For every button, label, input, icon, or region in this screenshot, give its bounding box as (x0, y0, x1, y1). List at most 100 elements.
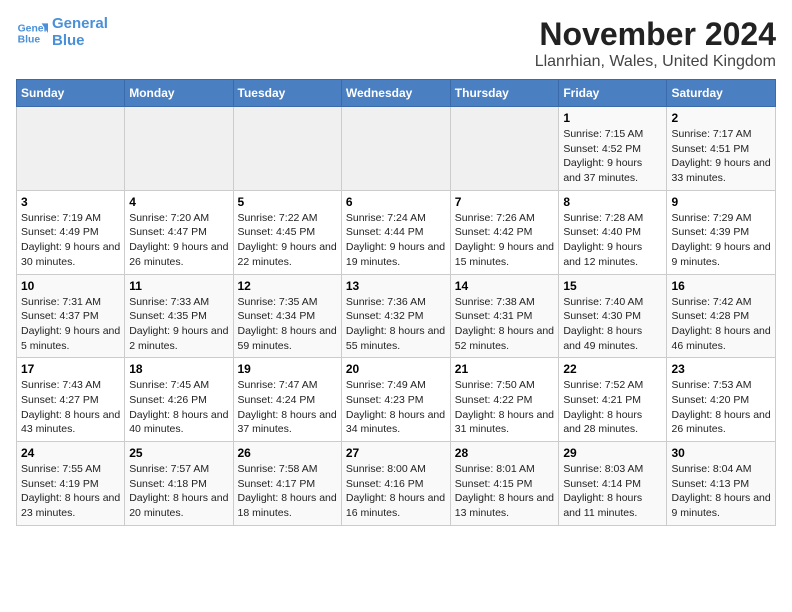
day-number: 7 (455, 195, 555, 209)
logo-icon: General Blue (16, 17, 48, 49)
calendar-cell (450, 107, 559, 191)
day-number: 26 (238, 446, 337, 460)
calendar-cell: 22 Sunrise: 7:52 AM Sunset: 4:21 PM Dayli… (559, 358, 667, 442)
svg-text:Blue: Blue (18, 34, 41, 45)
day-number: 4 (129, 195, 228, 209)
calendar-week-row: 10 Sunrise: 7:31 AM Sunset: 4:37 PM Dayli… (17, 274, 776, 358)
calendar-cell: 14Sunrise: 7:38 AM Sunset: 4:31 PM Dayli… (450, 274, 559, 358)
calendar-cell: 2Sunrise: 7:17 AM Sunset: 4:51 PM Daylig… (667, 107, 776, 191)
day-info: Sunrise: 7:29 AM Sunset: 4:39 PM Dayligh… (671, 211, 771, 270)
day-info: Sunrise: 7:50 AM Sunset: 4:22 PM Dayligh… (455, 378, 555, 437)
calendar-cell: 19 Sunrise: 7:47 AM Sunset: 4:24 PM Dayli… (233, 358, 341, 442)
day-info: Sunrise: 8:04 AM Sunset: 4:13 PM Dayligh… (671, 462, 771, 521)
day-number: 15 (563, 279, 662, 293)
calendar-cell: 18 Sunrise: 7:45 AM Sunset: 4:26 PM Dayli… (125, 358, 233, 442)
day-info: Sunrise: 7:33 AM Sunset: 4:35 PM Dayligh… (129, 295, 228, 354)
day-number: 21 (455, 362, 555, 376)
calendar-header-cell: Monday (125, 80, 233, 107)
title-block: November 2024 Llanrhian, Wales, United K… (535, 16, 776, 71)
day-number: 28 (455, 446, 555, 460)
day-info: Sunrise: 7:53 AM Sunset: 4:20 PM Dayligh… (671, 378, 771, 437)
calendar-cell: 27 Sunrise: 8:00 AM Sunset: 4:16 PM Dayli… (341, 442, 450, 526)
calendar-header-cell: Tuesday (233, 80, 341, 107)
calendar-cell: 17 Sunrise: 7:43 AM Sunset: 4:27 PM Dayli… (17, 358, 125, 442)
calendar-header-cell: Wednesday (341, 80, 450, 107)
calendar-cell (341, 107, 450, 191)
calendar-week-row: 17 Sunrise: 7:43 AM Sunset: 4:27 PM Dayli… (17, 358, 776, 442)
day-info: Sunrise: 7:52 AM Sunset: 4:21 PM Dayligh… (563, 378, 662, 437)
location-title: Llanrhian, Wales, United Kingdom (535, 53, 776, 71)
calendar-week-row: 1 Sunrise: 7:15 AM Sunset: 4:52 PM Daylig… (17, 107, 776, 191)
day-number: 27 (346, 446, 446, 460)
day-number: 29 (563, 446, 662, 460)
calendar-cell: 1 Sunrise: 7:15 AM Sunset: 4:52 PM Daylig… (559, 107, 667, 191)
calendar-cell (125, 107, 233, 191)
day-info: Sunrise: 7:31 AM Sunset: 4:37 PM Dayligh… (21, 295, 120, 354)
day-number: 22 (563, 362, 662, 376)
logo-line2: Blue (52, 33, 108, 50)
day-info: Sunrise: 7:45 AM Sunset: 4:26 PM Dayligh… (129, 378, 228, 437)
day-number: 14 (455, 279, 555, 293)
logo-line1: General (52, 16, 108, 33)
header: General Blue General Blue November 2024 … (16, 16, 776, 71)
day-info: Sunrise: 7:24 AM Sunset: 4:44 PM Dayligh… (346, 211, 446, 270)
calendar-header-cell: Saturday (667, 80, 776, 107)
day-info: Sunrise: 7:42 AM Sunset: 4:28 PM Dayligh… (671, 295, 771, 354)
calendar-cell: 4 Sunrise: 7:20 AM Sunset: 4:47 PM Daylig… (125, 190, 233, 274)
day-info: Sunrise: 7:40 AM Sunset: 4:30 PM Dayligh… (563, 295, 662, 354)
day-info: Sunrise: 7:43 AM Sunset: 4:27 PM Dayligh… (21, 378, 120, 437)
calendar-cell: 11 Sunrise: 7:33 AM Sunset: 4:35 PM Dayli… (125, 274, 233, 358)
day-number: 3 (21, 195, 120, 209)
logo: General Blue General Blue (16, 16, 108, 49)
calendar-cell: 30 Sunrise: 8:04 AM Sunset: 4:13 PM Dayli… (667, 442, 776, 526)
calendar-cell: 7 Sunrise: 7:26 AM Sunset: 4:42 PM Daylig… (450, 190, 559, 274)
calendar-cell: 6 Sunrise: 7:24 AM Sunset: 4:44 PM Daylig… (341, 190, 450, 274)
calendar-header-cell: Sunday (17, 80, 125, 107)
calendar-header: SundayMondayTuesdayWednesdayThursdayFrid… (17, 80, 776, 107)
day-number: 11 (129, 279, 228, 293)
calendar-week-row: 24Sunrise: 7:55 AM Sunset: 4:19 PM Dayli… (17, 442, 776, 526)
calendar-table: SundayMondayTuesdayWednesdayThursdayFrid… (16, 79, 776, 526)
calendar-week-row: 3 Sunrise: 7:19 AM Sunset: 4:49 PM Daylig… (17, 190, 776, 274)
day-info: Sunrise: 7:47 AM Sunset: 4:24 PM Dayligh… (238, 378, 337, 437)
day-info: Sunrise: 7:36 AM Sunset: 4:32 PM Dayligh… (346, 295, 446, 354)
day-number: 18 (129, 362, 228, 376)
day-info: Sunrise: 7:26 AM Sunset: 4:42 PM Dayligh… (455, 211, 555, 270)
day-number: 19 (238, 362, 337, 376)
day-number: 24 (21, 446, 120, 460)
calendar-cell: 9 Sunrise: 7:29 AM Sunset: 4:39 PM Daylig… (667, 190, 776, 274)
day-info: Sunrise: 7:58 AM Sunset: 4:17 PM Dayligh… (238, 462, 337, 521)
calendar-cell: 20Sunrise: 7:49 AM Sunset: 4:23 PM Dayli… (341, 358, 450, 442)
day-number: 13 (346, 279, 446, 293)
day-number: 16 (671, 279, 771, 293)
calendar-cell (17, 107, 125, 191)
calendar-cell: 13 Sunrise: 7:36 AM Sunset: 4:32 PM Dayli… (341, 274, 450, 358)
calendar-cell: 23Sunrise: 7:53 AM Sunset: 4:20 PM Dayli… (667, 358, 776, 442)
calendar-cell: 21 Sunrise: 7:50 AM Sunset: 4:22 PM Dayli… (450, 358, 559, 442)
calendar-header-cell: Friday (559, 80, 667, 107)
day-number: 10 (21, 279, 120, 293)
day-number: 20 (346, 362, 446, 376)
calendar-body: 1 Sunrise: 7:15 AM Sunset: 4:52 PM Daylig… (17, 107, 776, 526)
day-number: 2 (671, 111, 771, 125)
day-info: Sunrise: 7:22 AM Sunset: 4:45 PM Dayligh… (238, 211, 337, 270)
month-title: November 2024 (535, 16, 776, 53)
day-info: Sunrise: 7:15 AM Sunset: 4:52 PM Dayligh… (563, 127, 662, 186)
day-number: 30 (671, 446, 771, 460)
calendar-cell: 5 Sunrise: 7:22 AM Sunset: 4:45 PM Daylig… (233, 190, 341, 274)
day-number: 1 (563, 111, 662, 125)
calendar-cell: 25Sunrise: 7:57 AM Sunset: 4:18 PM Dayli… (125, 442, 233, 526)
calendar-cell: 24Sunrise: 7:55 AM Sunset: 4:19 PM Dayli… (17, 442, 125, 526)
day-info: Sunrise: 7:20 AM Sunset: 4:47 PM Dayligh… (129, 211, 228, 270)
day-info: Sunrise: 8:03 AM Sunset: 4:14 PM Dayligh… (563, 462, 662, 521)
day-info: Sunrise: 7:19 AM Sunset: 4:49 PM Dayligh… (21, 211, 120, 270)
calendar-cell: 3 Sunrise: 7:19 AM Sunset: 4:49 PM Daylig… (17, 190, 125, 274)
day-number: 6 (346, 195, 446, 209)
day-info: Sunrise: 7:57 AM Sunset: 4:18 PM Dayligh… (129, 462, 228, 521)
day-info: Sunrise: 8:00 AM Sunset: 4:16 PM Dayligh… (346, 462, 446, 521)
day-number: 12 (238, 279, 337, 293)
day-number: 17 (21, 362, 120, 376)
day-number: 9 (671, 195, 771, 209)
calendar-cell: 28Sunrise: 8:01 AM Sunset: 4:15 PM Dayli… (450, 442, 559, 526)
day-number: 5 (238, 195, 337, 209)
